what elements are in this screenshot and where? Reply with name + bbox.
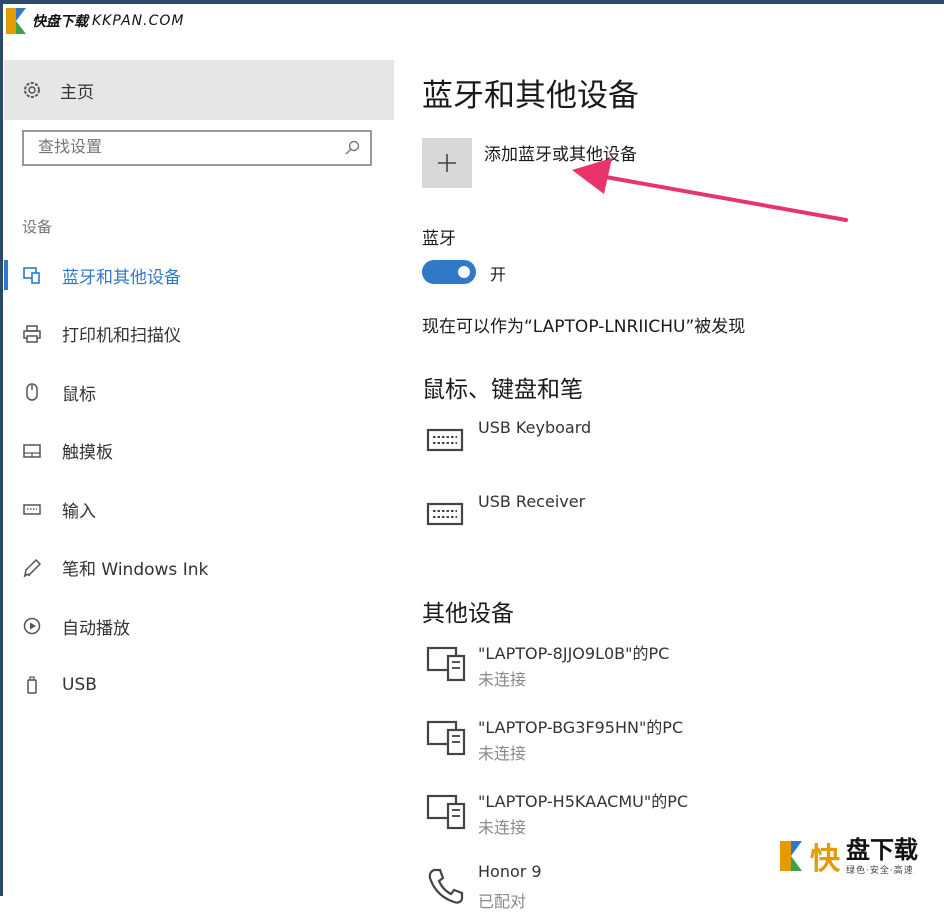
annotation-arrow-icon (572, 158, 848, 222)
watermark-big-char: 快 (810, 842, 840, 877)
watermark-bottom-title: 盘下载 (846, 835, 918, 864)
watermark-bottom-tagline: 绿色·安全·高速 (846, 865, 914, 876)
watermark-bottom: 快 盘下载 绿色·安全·高速 (778, 834, 918, 878)
watermark-bottom-text: 盘下载 绿色·安全·高速 (846, 837, 918, 876)
kkpan-logo-icon (780, 841, 802, 871)
